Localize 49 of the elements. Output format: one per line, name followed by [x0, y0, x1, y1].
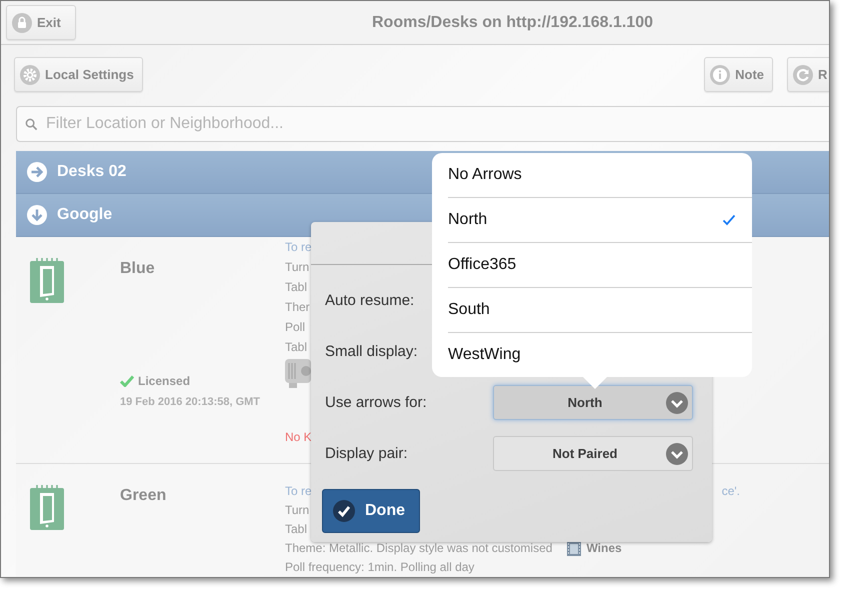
toolbar-button[interactable]: R	[787, 57, 829, 92]
info-link[interactable]: To re	[285, 482, 312, 501]
info-icon	[710, 64, 730, 84]
license-status: Licensed	[138, 374, 190, 388]
option-item[interactable]: Office365	[448, 243, 752, 288]
detail-text: Tabl	[285, 279, 308, 296]
timestamp: 19 Feb 2016 20:13:58, GMT	[120, 396, 262, 408]
wifi-name: Wines	[586, 540, 622, 557]
option-item[interactable]: WestWing	[448, 333, 752, 377]
field-label: Auto resume:	[325, 292, 414, 309]
field-label: Display pair:	[325, 445, 408, 462]
chevron-down-icon	[666, 442, 688, 464]
detail-text: Poll frequency: 1min. Polling all day	[285, 559, 474, 576]
field-label: Use arrows for:	[325, 394, 427, 411]
search-icon	[25, 118, 38, 131]
detail-text: Turn	[285, 502, 310, 519]
projector-icon	[285, 359, 311, 389]
option-item[interactable]: South	[448, 288, 752, 333]
search-field[interactable]: Filter Location or Neighborhood...	[16, 106, 829, 142]
detail-text: Poll	[285, 319, 306, 336]
field-label: Small display:	[325, 343, 418, 360]
desk-name: Blue	[120, 260, 156, 278]
tablet-icon	[30, 257, 64, 303]
option-item[interactable]: North	[448, 198, 752, 243]
check-icon	[120, 375, 134, 387]
lock-icon	[12, 12, 32, 32]
refresh-icon	[793, 64, 813, 84]
check-icon	[333, 500, 355, 522]
detail-text: Tabl	[285, 339, 308, 356]
detail-text: Theme: Metallic. Display style was not customised	[285, 540, 552, 557]
film-icon	[567, 542, 582, 556]
toolbar-button[interactable]: Local Settings	[14, 57, 143, 92]
window-title: Rooms/Desks on http://192.168.1.100	[372, 14, 653, 32]
detail-text: Ther	[285, 299, 310, 316]
done-button[interactable]: Done	[322, 489, 420, 533]
desk-name: Green	[120, 487, 168, 505]
detail-text: Turn	[285, 259, 310, 276]
info-link-end[interactable]: ce'.	[722, 482, 740, 501]
tablet-icon	[30, 484, 64, 530]
chevron-down-icon	[666, 392, 688, 414]
dropdown[interactable]: North	[493, 385, 693, 420]
detail-text: Tabl	[285, 521, 308, 538]
exit-button[interactable]: Exit	[6, 5, 76, 40]
dropdown[interactable]: Not Paired	[493, 436, 693, 471]
settings-icon	[20, 64, 40, 84]
option-item[interactable]: No Arrows	[448, 153, 752, 198]
warning-text: No K	[285, 429, 313, 446]
toolbar-button[interactable]: Note	[704, 57, 773, 92]
info-link[interactable]: To re	[285, 237, 312, 257]
